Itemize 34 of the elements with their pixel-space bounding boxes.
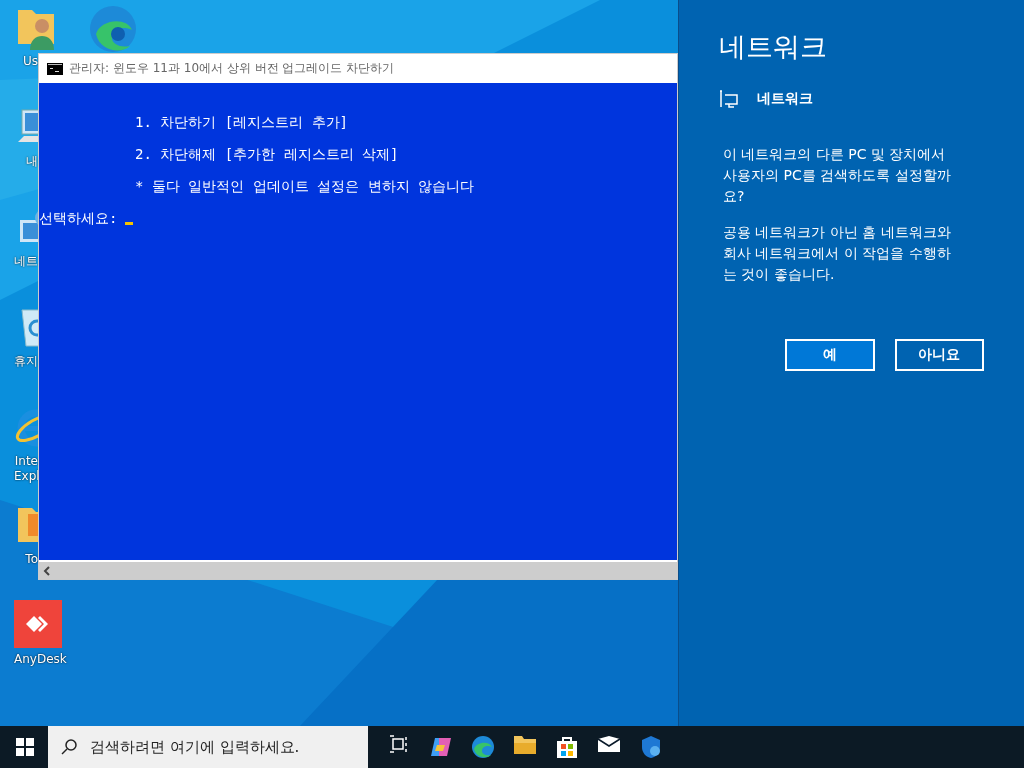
edge-icon[interactable]: [471, 735, 495, 759]
horizontal-scrollbar[interactable]: [39, 560, 677, 579]
desktop-icon-label: Us: [21, 54, 38, 69]
ethernet-icon: [719, 90, 739, 108]
panel-message: 공용 네트워크가 아닌 홈 네트워크와 회사 네트워크에서 이 작업을 수행하는 것이 좋습니다.: [723, 223, 951, 284]
search-box[interactable]: 검색하려면 여기에 입력하세요.: [48, 726, 368, 768]
console-line: 1. 차단하기 [레지스트리 추가]: [134, 114, 349, 132]
console-prompt: 선택하세요:: [39, 210, 118, 228]
network-name: 네트워크: [757, 90, 813, 108]
task-view-icon[interactable]: [389, 735, 409, 753]
scroll-left-icon[interactable]: [43, 565, 51, 576]
desktop-icon-label: 내: [25, 154, 38, 169]
desktop-icon-label: To: [24, 552, 38, 567]
text-cursor: [125, 222, 134, 225]
store-icon[interactable]: [556, 735, 578, 759]
shield-icon[interactable]: [640, 735, 662, 759]
dialog-button[interactable]: 예: [785, 339, 875, 371]
search-icon: [60, 738, 78, 756]
console-line: 2. 차단해제 [추가한 레지스트리 삭제]: [134, 146, 400, 164]
desktop-icon-label: 휴지: [14, 354, 38, 369]
desktop-icon-label: 네트: [14, 254, 38, 269]
panel-message: 이 네트워크의 다른 PC 및 장치에서 사용자의 PC를 검색하도록 설정할까요?: [723, 145, 951, 206]
anydesk-icon[interactable]: [14, 600, 62, 648]
start-icon[interactable]: [16, 738, 34, 756]
console-icon: [47, 62, 63, 75]
panel-heading: 네트워크: [719, 30, 828, 64]
console-line: * 둘다 일반적인 업데이트 설정은 변하지 않습니다: [134, 178, 475, 196]
desktop-icon-label: Inte Expl: [14, 454, 38, 484]
folder-icon[interactable]: [513, 735, 537, 755]
desktop-icon-label: AnyDesk: [14, 652, 67, 667]
search-field[interactable]: 검색하려면 여기에 입력하세요.: [88, 737, 362, 757]
dialog-button[interactable]: 아니요: [894, 339, 984, 371]
mail-icon[interactable]: [597, 735, 621, 753]
window-title: 관리자: 윈도우 11과 10에서 상위 버전 업그레이드 차단하기: [69, 60, 395, 77]
